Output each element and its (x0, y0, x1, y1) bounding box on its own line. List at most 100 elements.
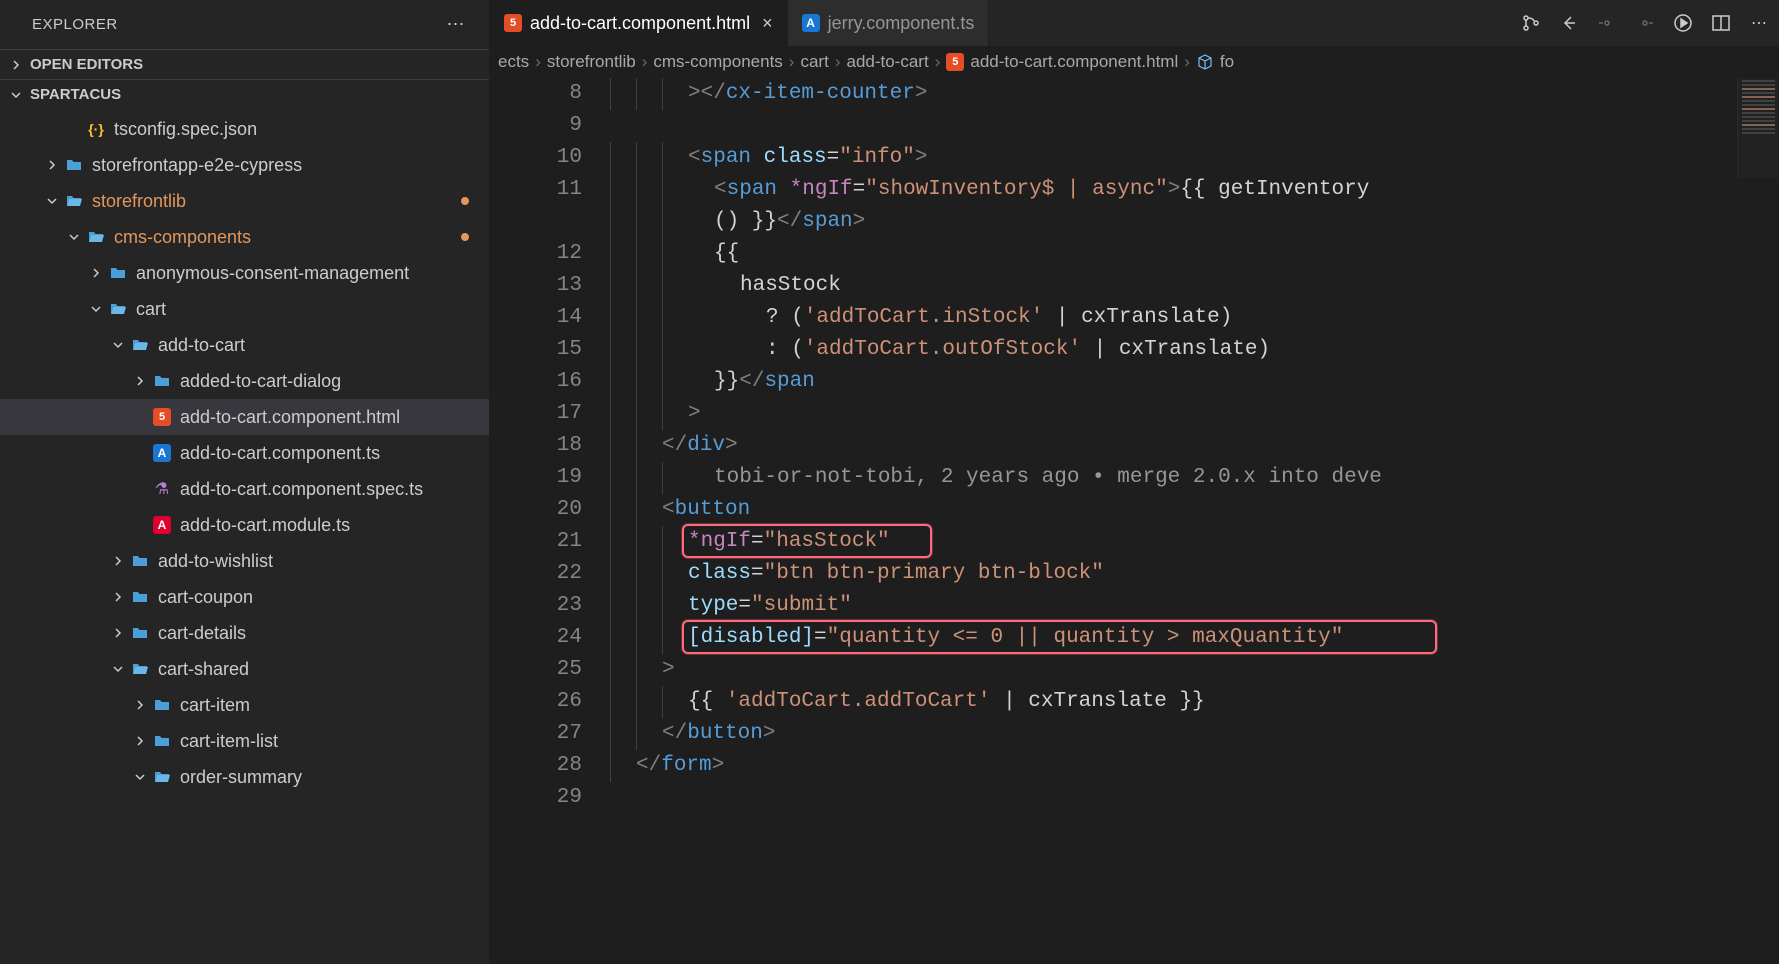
tree-item-label: cart-item-list (180, 731, 278, 752)
code-line[interactable]: hasStock (610, 270, 1779, 302)
minimap[interactable] (1737, 78, 1779, 178)
tree-item[interactable]: Aadd-to-cart.component.ts (0, 435, 489, 471)
tree-item[interactable]: {·}tsconfig.spec.json (0, 111, 489, 147)
code-line[interactable]: : ('addToCart.outOfStock' | cxTranslate) (610, 334, 1779, 366)
more-actions-icon[interactable]: ⋯ (1749, 13, 1769, 33)
close-tab-icon[interactable]: × (762, 13, 773, 34)
code-line[interactable]: <span class="info"> (610, 142, 1779, 174)
code-line[interactable]: [disabled]="quantity <= 0 || quantity > … (610, 622, 1779, 654)
tab-actions: ⋯ (1511, 13, 1779, 33)
code-line[interactable]: </div> (610, 430, 1779, 462)
chevron-right-icon (8, 57, 24, 73)
breadcrumb-item[interactable]: cart (800, 52, 828, 72)
cube-icon (1196, 53, 1214, 71)
editor-body[interactable]: 8910111213141516171819202122232425262728… (490, 78, 1779, 964)
prev-change-icon[interactable] (1597, 13, 1617, 33)
source-control-compare-icon[interactable] (1521, 13, 1541, 33)
run-icon[interactable] (1673, 13, 1693, 33)
editor-tab[interactable]: Ajerry.component.ts (788, 0, 990, 46)
code-line[interactable] (610, 110, 1779, 142)
chevron-down-icon (132, 771, 148, 783)
code-line[interactable]: {{ 'addToCart.addToCart' | cxTranslate }… (610, 686, 1779, 718)
code-line[interactable]: </button> (610, 718, 1779, 750)
explorer-more-button[interactable]: ⋯ (439, 10, 474, 39)
chevron-down-icon (88, 303, 104, 315)
line-number: 19 (490, 462, 582, 494)
tree-item[interactable]: Aadd-to-cart.module.ts (0, 507, 489, 543)
folder-icon (130, 623, 150, 643)
tree-item[interactable]: cart-item (0, 687, 489, 723)
breadcrumb-item[interactable]: 5add-to-cart.component.html (946, 52, 1178, 72)
code-line[interactable]: <button (610, 494, 1779, 526)
line-number: 17 (490, 398, 582, 430)
go-back-icon[interactable] (1559, 13, 1579, 33)
code-line[interactable] (610, 782, 1779, 814)
code-line[interactable]: ></cx-item-counter> (610, 78, 1779, 110)
code-line[interactable]: tobi-or-not-tobi, 2 years ago • merge 2.… (610, 462, 1779, 494)
folder-icon (130, 587, 150, 607)
tree-item-label: add-to-cart.component.ts (180, 443, 380, 464)
tree-item[interactable]: storefrontapp-e2e-cypress (0, 147, 489, 183)
code-content[interactable]: ></cx-item-counter> <span class="info"><s… (610, 78, 1779, 964)
code-line[interactable]: </form> (610, 750, 1779, 782)
editor-tab[interactable]: 5add-to-cart.component.html× (490, 0, 788, 46)
code-line[interactable]: ? ('addToCart.inStock' | cxTranslate) (610, 302, 1779, 334)
tree-item[interactable]: anonymous-consent-management (0, 255, 489, 291)
breadcrumb-item[interactable]: fo (1196, 52, 1234, 72)
code-line[interactable]: class="btn btn-primary btn-block" (610, 558, 1779, 590)
breadcrumb-separator-icon: › (535, 52, 541, 72)
code-line[interactable]: <span *ngIf="showInventory$ | async">{{ … (610, 174, 1779, 206)
code-line[interactable]: type="submit" (610, 590, 1779, 622)
tree-item[interactable]: cart-shared (0, 651, 489, 687)
tree-item[interactable]: order-summary (0, 759, 489, 795)
tree-item[interactable]: storefrontlib (0, 183, 489, 219)
workspace-label: SPARTACUS (30, 86, 121, 103)
next-change-icon[interactable] (1635, 13, 1655, 33)
breadcrumb-item[interactable]: ects (498, 52, 529, 72)
breadcrumb: ects›storefrontlib›cms-components›cart›a… (490, 46, 1779, 78)
tree-item[interactable]: cms-components (0, 219, 489, 255)
folder-open-icon (108, 299, 128, 319)
tree-item[interactable]: cart-item-list (0, 723, 489, 759)
workspace-section[interactable]: SPARTACUS (0, 79, 489, 109)
tree-item[interactable]: cart (0, 291, 489, 327)
breadcrumb-label: storefrontlib (547, 52, 636, 72)
folder-open-icon (64, 191, 84, 211)
code-line[interactable]: > (610, 654, 1779, 686)
tree-item-label: storefrontlib (92, 191, 186, 212)
folder-icon (152, 371, 172, 391)
line-number: 15 (490, 334, 582, 366)
chevron-right-icon (44, 159, 60, 171)
chevron-down-icon (66, 231, 82, 243)
tree-item[interactable]: cart-coupon (0, 579, 489, 615)
code-line[interactable]: > (610, 398, 1779, 430)
editor-area: 5add-to-cart.component.html×Ajerry.compo… (490, 0, 1779, 964)
tree-item-label: added-to-cart-dialog (180, 371, 341, 392)
tree-item[interactable]: cart-details (0, 615, 489, 651)
tree-item[interactable]: added-to-cart-dialog (0, 363, 489, 399)
open-editors-section[interactable]: OPEN EDITORS (0, 49, 489, 79)
tree-item[interactable]: ⚗add-to-cart.component.spec.ts (0, 471, 489, 507)
breadcrumb-item[interactable]: add-to-cart (846, 52, 928, 72)
chevron-right-icon (132, 375, 148, 387)
code-line[interactable]: {{ (610, 238, 1779, 270)
line-number: 14 (490, 302, 582, 334)
tree-item[interactable]: add-to-cart (0, 327, 489, 363)
split-editor-icon[interactable] (1711, 13, 1731, 33)
tree-item-label: cart-item (180, 695, 250, 716)
chevron-right-icon (132, 699, 148, 711)
tree-item[interactable]: add-to-wishlist (0, 543, 489, 579)
code-line[interactable]: *ngIf="hasStock" (610, 526, 1779, 558)
line-number: 21 (490, 526, 582, 558)
angular-icon: A (152, 515, 172, 535)
breadcrumb-item[interactable]: storefrontlib (547, 52, 636, 72)
breadcrumb-label: cart (800, 52, 828, 72)
breadcrumb-item[interactable]: cms-components (653, 52, 782, 72)
folder-icon (108, 263, 128, 283)
tree-item[interactable]: 5add-to-cart.component.html (0, 399, 489, 435)
json-icon: {·} (86, 119, 106, 139)
angular-blue-icon: A (152, 443, 172, 463)
line-number: 11 (490, 174, 582, 206)
code-line[interactable]: () }}</span> (610, 206, 1779, 238)
code-line[interactable]: }}</span (610, 366, 1779, 398)
